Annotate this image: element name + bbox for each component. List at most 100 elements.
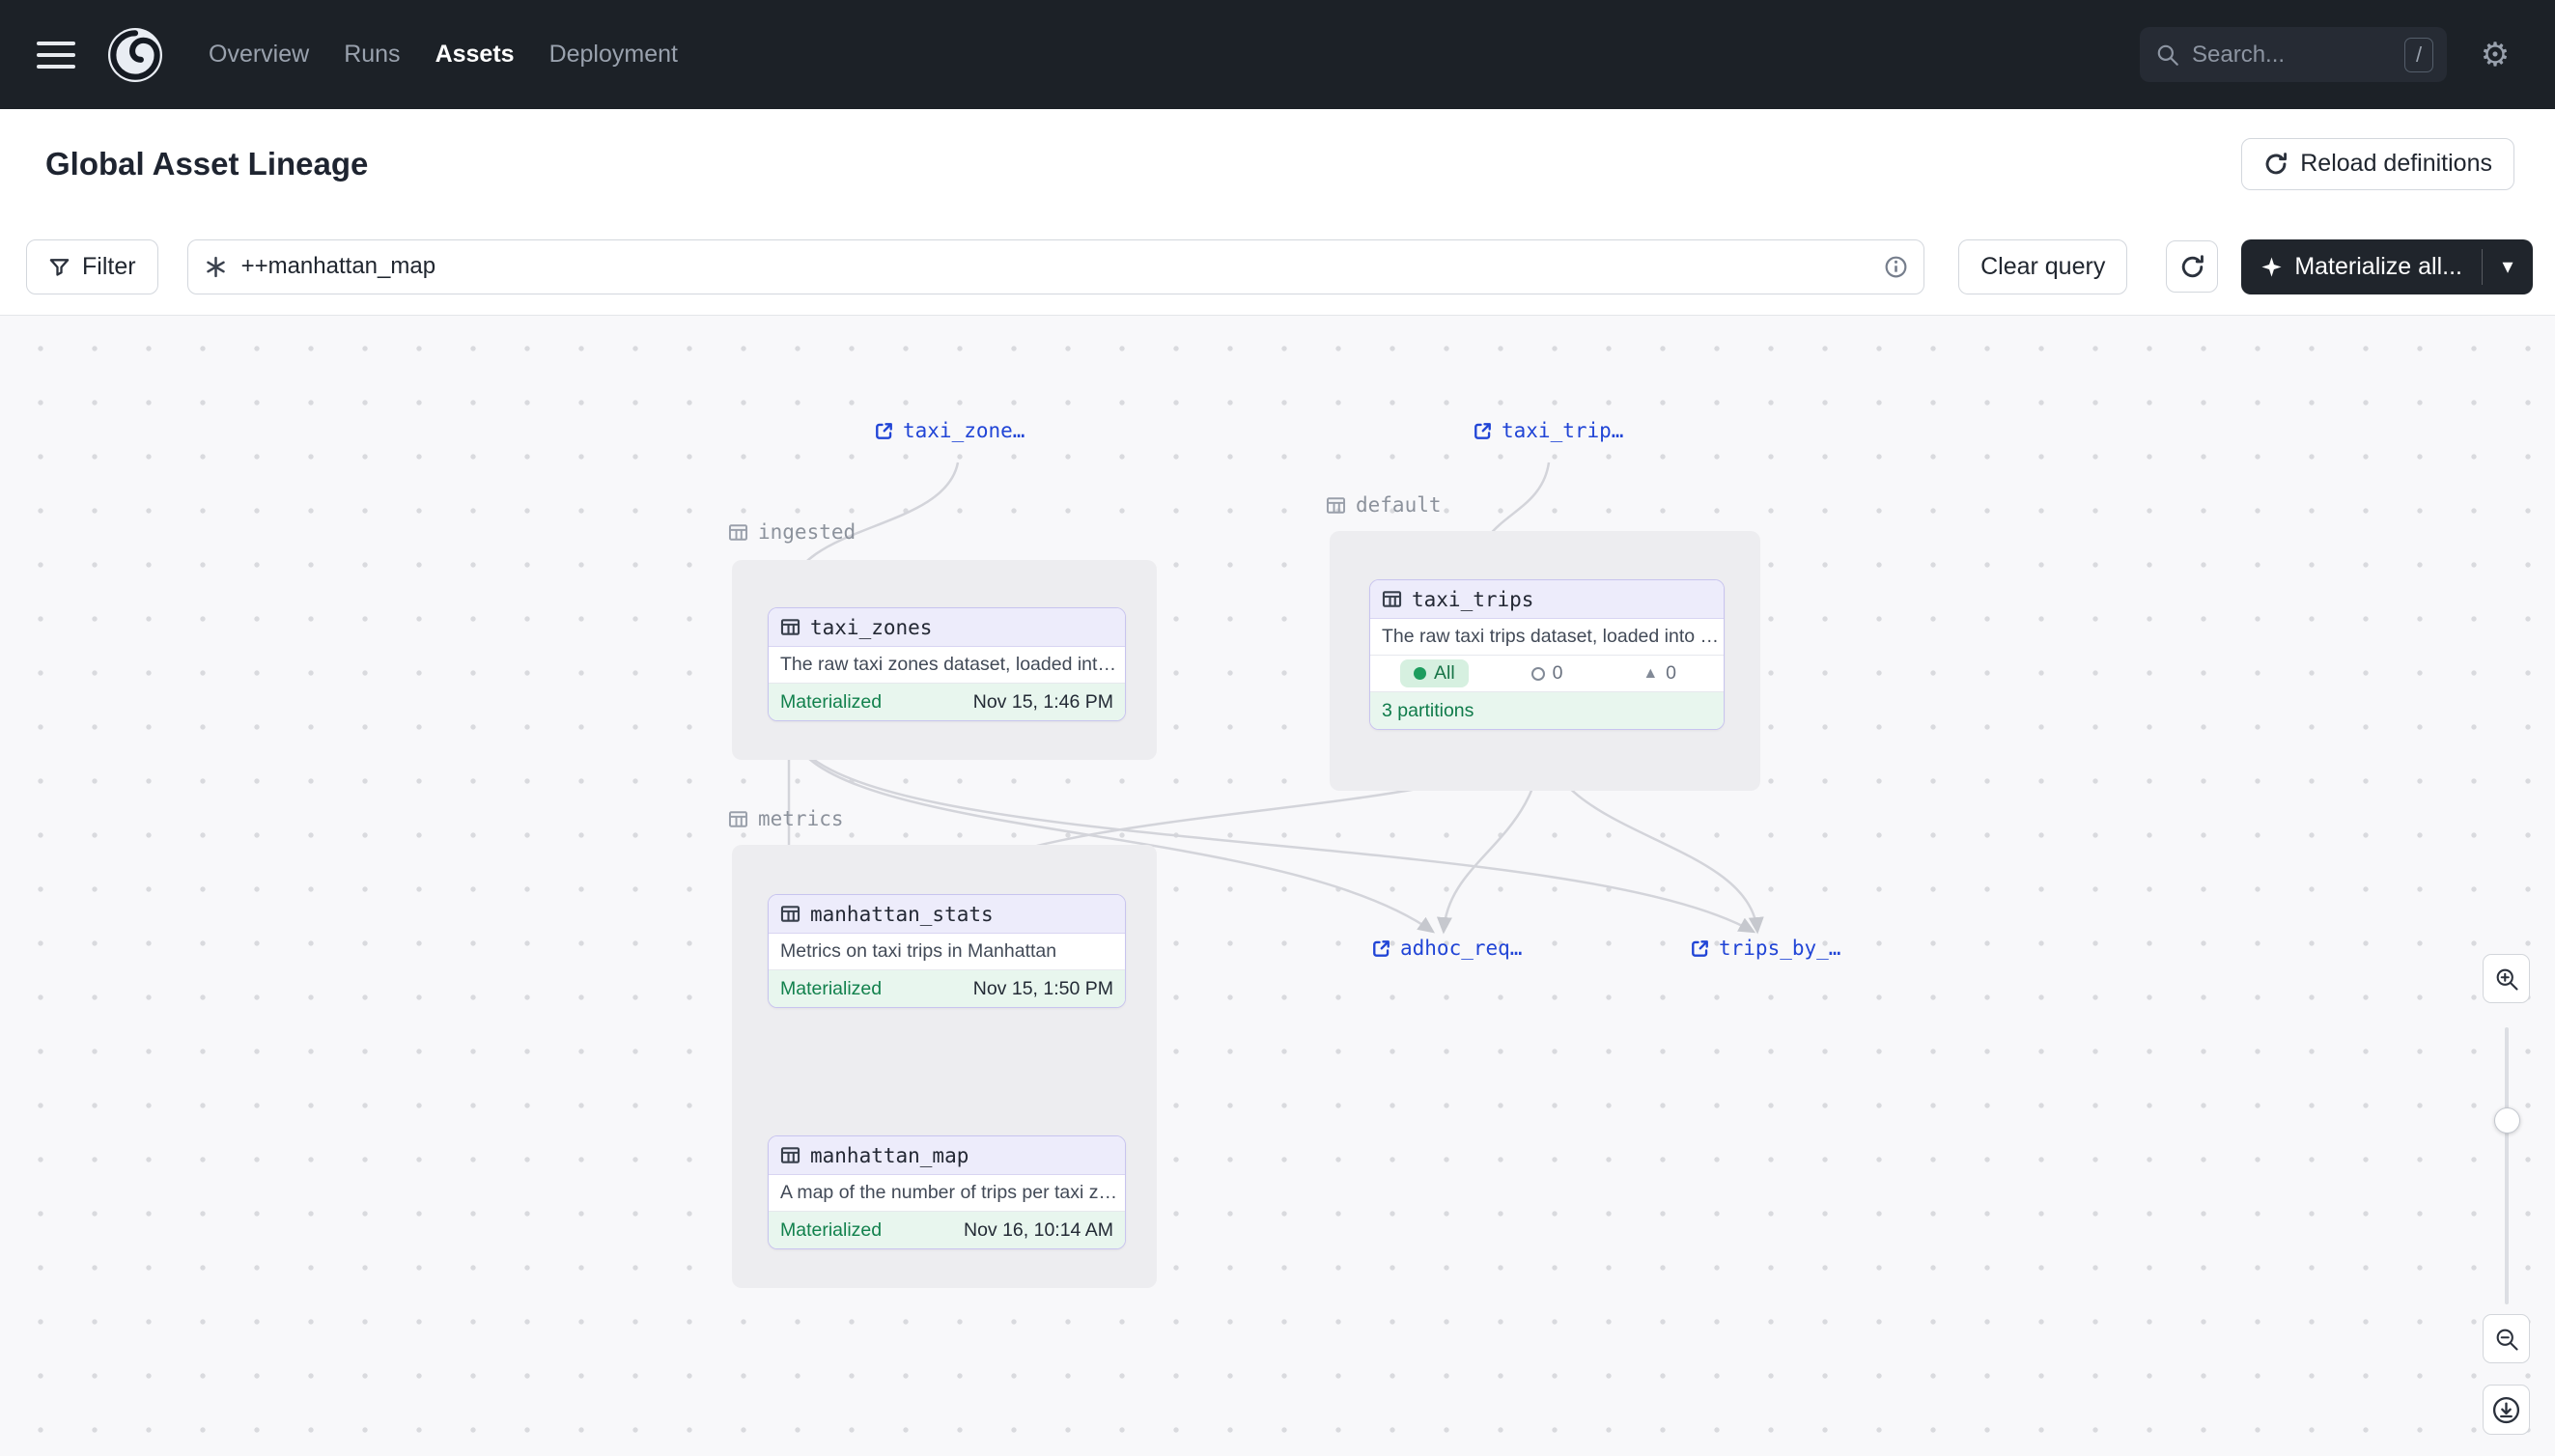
external-link-icon [1690, 938, 1710, 959]
nav-item-overview[interactable]: Overview [209, 41, 309, 69]
materialize-dropdown-button[interactable]: ▾ [2483, 239, 2533, 294]
nav-item-runs[interactable]: Runs [344, 41, 400, 69]
filter-label: Filter [82, 253, 136, 281]
external-asset-taxi-trip[interactable]: taxi_trip… [1473, 419, 1623, 442]
search-input[interactable] [2192, 42, 2393, 69]
settings-gear-icon[interactable]: ⚙ [2472, 32, 2518, 78]
nav-item-assets[interactable]: Assets [435, 41, 515, 69]
asset-selection-input-box[interactable] [187, 239, 1925, 294]
download-view-button[interactable] [2483, 1385, 2530, 1435]
external-asset-name: adhoc_req… [1400, 937, 1522, 960]
failed-partitions-icon: ▲ [1642, 665, 1658, 683]
external-asset-name: taxi_zone… [903, 419, 1025, 442]
asset-description: The raw taxi trips dataset, loaded into … [1370, 619, 1724, 656]
partitions-all-badge: All [1400, 659, 1469, 687]
top-nav: Overview Runs Assets Deployment / ⚙ [0, 0, 2555, 109]
zoom-slider-handle[interactable] [2494, 1107, 2520, 1134]
asset-name: taxi_trips [1412, 588, 1533, 611]
failed-partitions-count: 0 [1666, 662, 1676, 685]
asset-node-taxi-trips[interactable]: taxi_trips The raw taxi trips dataset, l… [1369, 579, 1725, 730]
chevron-down-icon: ▾ [2502, 254, 2513, 279]
refresh-button[interactable] [2166, 240, 2218, 293]
asset-card-header: manhattan_stats [769, 895, 1125, 934]
external-asset-adhoc-req[interactable]: adhoc_req… [1371, 937, 1522, 960]
reload-definitions-button[interactable]: Reload definitions [2241, 138, 2514, 190]
asset-status-footer: Materialized Nov 16, 10:14 AM [769, 1212, 1125, 1248]
external-link-icon [1473, 421, 1493, 441]
external-link-icon [874, 421, 894, 441]
partitions-count-label: 3 partitions [1382, 700, 1474, 722]
zoom-in-icon [2493, 966, 2520, 993]
page-title: Global Asset Lineage [45, 146, 2241, 182]
reload-definitions-label: Reload definitions [2300, 150, 2492, 178]
group-grid-icon [728, 809, 748, 829]
filter-funnel-icon [48, 256, 70, 278]
asset-card-header: taxi_trips [1370, 580, 1724, 619]
materialize-all-button[interactable]: Materialize all... [2241, 239, 2482, 294]
group-label-metrics[interactable]: metrics [728, 807, 844, 830]
zoom-slider-track[interactable] [2505, 1027, 2509, 1304]
lineage-edges [0, 316, 2555, 1456]
info-icon[interactable] [1884, 255, 1908, 279]
asset-card-header: taxi_zones [769, 608, 1125, 647]
materialize-all-label: Materialize all... [2294, 253, 2462, 281]
missing-partitions-icon [1531, 667, 1545, 681]
asset-node-manhattan-stats[interactable]: manhattan_stats Metrics on taxi trips in… [768, 894, 1126, 1008]
group-name: ingested [758, 520, 856, 544]
lineage-toolbar: Filter Clear query Materialize all... ▾ [0, 218, 2555, 315]
search-shortcut-badge: / [2404, 38, 2433, 72]
zoom-in-button[interactable] [2483, 954, 2530, 1003]
success-dot-icon [1414, 667, 1426, 680]
zoom-out-button[interactable] [2483, 1314, 2530, 1363]
partitions-footer: 3 partitions [1370, 692, 1724, 729]
group-label-default[interactable]: default [1326, 493, 1442, 517]
asset-name: taxi_zones [810, 616, 932, 639]
dagster-logo-icon[interactable] [104, 24, 166, 86]
group-grid-icon [728, 522, 748, 543]
search-icon [2155, 42, 2180, 68]
zoom-out-icon [2493, 1326, 2520, 1353]
group-name: default [1356, 493, 1442, 517]
asset-name: manhattan_stats [810, 903, 994, 926]
clear-query-button[interactable]: Clear query [1958, 239, 2127, 294]
lineage-canvas[interactable]: ingested default metrics taxi_zone… taxi… [0, 315, 2555, 1456]
materialize-all-split-button: Materialize all... ▾ [2241, 239, 2533, 294]
partition-health-row: All 0 ▲ 0 [1370, 656, 1724, 692]
menu-icon[interactable] [37, 42, 75, 69]
asset-selection-input[interactable] [241, 253, 1871, 280]
reload-icon [2263, 152, 2288, 177]
materialized-timestamp: Nov 15, 1:50 PM [973, 978, 1113, 1000]
asset-description: The raw taxi zones dataset, loaded int… [769, 647, 1125, 684]
search-box[interactable]: / [2140, 27, 2447, 82]
nav-item-deployment[interactable]: Deployment [549, 41, 678, 69]
asset-name: manhattan_map [810, 1144, 969, 1167]
filter-button[interactable]: Filter [26, 239, 158, 294]
materialized-timestamp: Nov 15, 1:46 PM [973, 691, 1113, 714]
external-asset-name: trips_by_… [1719, 937, 1840, 960]
asset-description: A map of the number of trips per taxi z… [769, 1175, 1125, 1212]
materialized-status: Materialized [780, 1219, 882, 1242]
page-header: Global Asset Lineage Reload definitions [0, 109, 2555, 218]
table-icon [1382, 589, 1402, 609]
asset-status-footer: Materialized Nov 15, 1:50 PM [769, 970, 1125, 1007]
table-icon [780, 904, 800, 924]
external-asset-trips-by[interactable]: trips_by_… [1690, 937, 1840, 960]
asset-status-footer: Materialized Nov 15, 1:46 PM [769, 684, 1125, 720]
external-asset-name: taxi_trip… [1502, 419, 1623, 442]
group-grid-icon [1326, 495, 1346, 516]
materialized-status: Materialized [780, 978, 882, 1000]
group-name: metrics [758, 807, 844, 830]
asset-description: Metrics on taxi trips in Manhattan [769, 934, 1125, 970]
table-icon [780, 617, 800, 637]
external-link-icon [1371, 938, 1391, 959]
asset-node-manhattan-map[interactable]: manhattan_map A map of the number of tri… [768, 1135, 1126, 1249]
external-asset-taxi-zone[interactable]: taxi_zone… [874, 419, 1025, 442]
materialized-status: Materialized [780, 691, 882, 714]
clear-query-label: Clear query [1980, 253, 2105, 281]
group-label-ingested[interactable]: ingested [728, 520, 856, 544]
materialized-timestamp: Nov 16, 10:14 AM [964, 1219, 1113, 1242]
table-icon [780, 1145, 800, 1165]
missing-partitions-count: 0 [1553, 662, 1563, 685]
download-circle-icon [2491, 1395, 2521, 1425]
asset-node-taxi-zones[interactable]: taxi_zones The raw taxi zones dataset, l… [768, 607, 1126, 721]
